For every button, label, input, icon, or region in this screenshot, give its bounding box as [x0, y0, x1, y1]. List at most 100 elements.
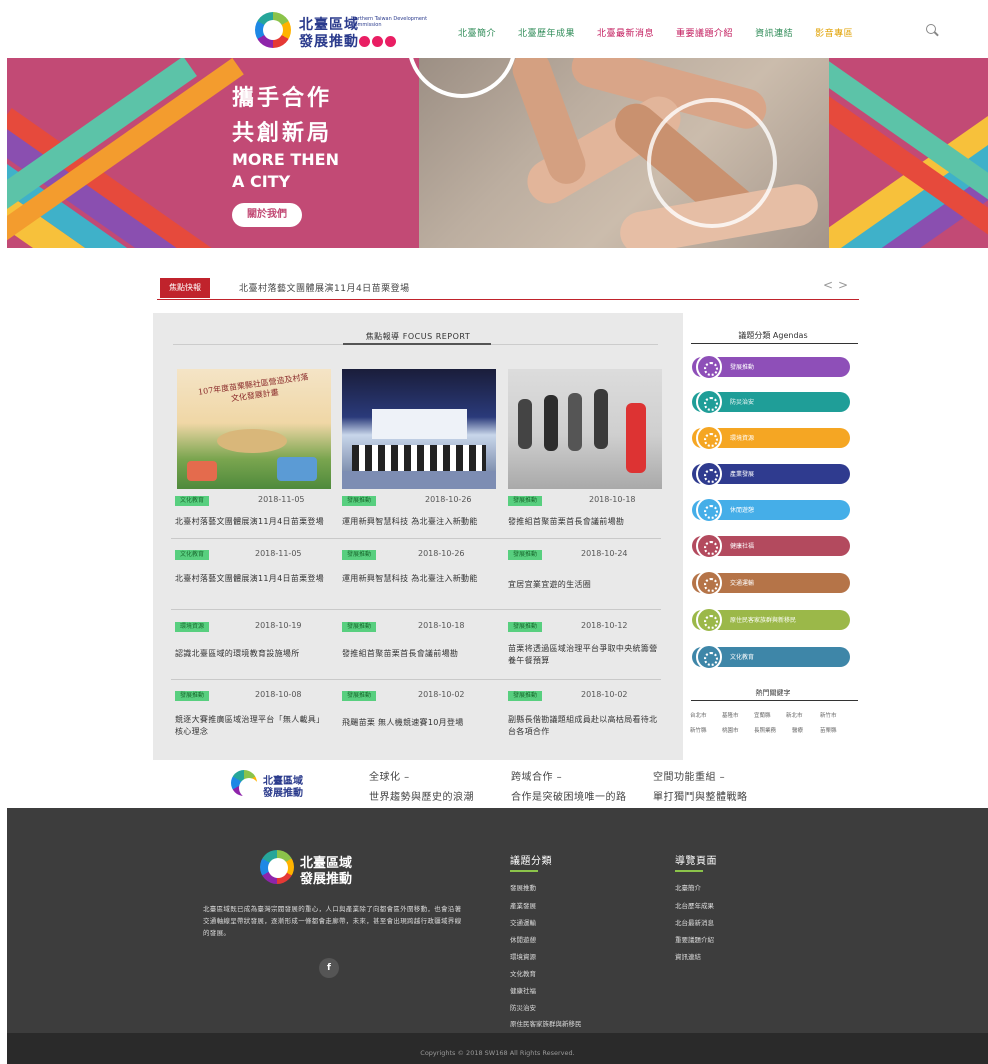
news-headline[interactable]: 運用新興智慧科技 為北臺注入新動能	[342, 516, 492, 528]
news-headline[interactable]: 競逐大賽推廣區域治理平台「無人載具」核心理念	[175, 714, 325, 738]
agenda-item-education[interactable]: 文化教育	[692, 644, 850, 670]
strip-topic-2-title[interactable]: 跨域合作 –	[511, 768, 562, 783]
category-tag[interactable]: 發展推動	[508, 622, 543, 632]
news-headline[interactable]: 發推組首聚苗栗首長會議前場勘	[508, 516, 658, 528]
agenda-item-leisure[interactable]: 休閒遊憩	[692, 497, 850, 523]
footer-link[interactable]: 文化教育	[510, 968, 536, 978]
category-tag[interactable]: 環境資源	[175, 622, 210, 632]
nav-item-news[interactable]: 北臺最新消息	[597, 26, 654, 39]
about-us-button[interactable]: 關於我們	[232, 203, 302, 227]
facebook-icon[interactable]: f	[319, 958, 339, 978]
agenda-item-environment[interactable]: 環境資源	[692, 425, 850, 451]
site-logo[interactable]: 北臺區域 發展推動 Northern Taiwan Development Co…	[255, 12, 445, 52]
news-date: 2018-10-26	[418, 549, 465, 558]
footer-link[interactable]: 防災治安	[510, 1002, 536, 1012]
footer-link[interactable]: 交通運輸	[510, 917, 536, 927]
footer-link[interactable]: 環境資源	[510, 951, 536, 961]
category-tag[interactable]: 文化教育	[175, 496, 210, 506]
agenda-item-transport[interactable]: 交通運輸	[692, 570, 850, 596]
keyword-link[interactable]: 台北市	[690, 711, 707, 719]
agenda-item-disaster[interactable]: 防災治安	[692, 389, 850, 415]
footer-link[interactable]: 資訊連結	[675, 951, 701, 961]
ticker-next-icon[interactable]: >	[838, 278, 848, 292]
footer-link[interactable]: 休閒遊憩	[510, 934, 536, 944]
category-tag[interactable]: 文化教育	[175, 550, 210, 560]
strip-topic-3-subtitle[interactable]: 單打獨鬥與整體戰略	[653, 788, 748, 803]
category-tag[interactable]: 發展推動	[508, 691, 543, 701]
news-card-image[interactable]: 107年度苗栗縣社區營造及村落文化發展計畫	[177, 369, 331, 489]
hero-circle-shape	[647, 98, 777, 228]
agenda-item-development[interactable]: 發展推動	[692, 354, 850, 380]
agenda-label: 交通運輸	[730, 580, 755, 587]
keyword-link[interactable]: 醫療	[792, 726, 803, 734]
keyword-link[interactable]: 新北市	[786, 711, 803, 719]
strip-topic-3-title[interactable]: 空間功能重組 –	[653, 768, 725, 783]
logo-ring-icon	[260, 850, 294, 884]
keywords-title: 熱門關鍵字	[755, 689, 791, 697]
agenda-item-industry[interactable]: 產業發展	[692, 461, 850, 487]
footer-link[interactable]: 原住民客家族群與新移民	[510, 1018, 582, 1028]
keyword-link[interactable]: 新竹市	[820, 711, 837, 719]
news-headline[interactable]: 認識北臺區域的環境教育設施場所	[175, 648, 325, 660]
agenda-item-welfare[interactable]: 健康社福	[692, 533, 850, 559]
gear-icon	[696, 389, 722, 415]
news-headline[interactable]: 苗栗将透過區域治理平台爭取中央統籌營養午餐預算	[508, 643, 658, 667]
footer-link[interactable]: 北台歷年成果	[675, 900, 714, 910]
news-date: 2018-11-05	[258, 495, 305, 504]
news-headline[interactable]: 飛颺苗栗 無人機競速賽10月登場	[342, 717, 492, 729]
news-headline[interactable]: 北臺村落藝文團體展演11月4日苗栗登場	[175, 516, 325, 528]
nav-item-media[interactable]: 影音專區	[815, 26, 853, 39]
footer-bottom-bar: Copyrights © 2018 SW168 All Rights Reser…	[7, 1033, 988, 1064]
nav-item-results[interactable]: 北臺歷年成果	[518, 26, 575, 39]
nav-item-links[interactable]: 資訊連結	[755, 26, 793, 39]
footer-link[interactable]: 發展推動	[510, 882, 536, 892]
footer-link[interactable]: 北臺簡介	[675, 882, 701, 892]
news-headline[interactable]: 北臺村落藝文團體展演11月4日苗栗登場	[175, 573, 325, 585]
news-headline[interactable]: 宜居宜業宜遊的生活圈	[508, 579, 658, 591]
ticker-prev-icon[interactable]: <	[823, 278, 833, 292]
strip-logo[interactable]: 北臺區域 發展推動	[231, 768, 356, 800]
footer-logo[interactable]: 北臺區域 發展推動	[260, 850, 410, 890]
category-tag[interactable]: 發展推動	[175, 691, 210, 701]
divider	[510, 870, 538, 872]
news-headline[interactable]: 運用新興智慧科技 為北臺注入新動能	[342, 573, 492, 585]
ticker-headline[interactable]: 北臺村落藝文團體展演11月4日苗栗登場	[239, 281, 410, 294]
news-card-image[interactable]	[342, 369, 496, 489]
category-tag[interactable]: 發展推動	[342, 622, 377, 632]
news-card-image[interactable]	[508, 369, 662, 489]
keyword-link[interactable]: 宜蘭縣	[754, 711, 771, 719]
footer-link[interactable]: 重要議題介紹	[675, 934, 714, 944]
category-tag[interactable]: 發展推動	[342, 550, 377, 560]
footer-link[interactable]: 北台最新消息	[675, 917, 714, 927]
keyword-link[interactable]: 基隆市	[722, 711, 739, 719]
keyword-link[interactable]: 桃園市	[722, 726, 739, 734]
news-headline[interactable]: 副縣長偕勘議題組成員赴以高枯局看待北台各項合作	[508, 714, 658, 738]
logo-ring-icon	[231, 770, 259, 798]
keyword-link[interactable]: 新竹縣	[690, 726, 707, 734]
keyword-link[interactable]: 苗栗縣	[820, 726, 837, 734]
category-tag[interactable]: 發展推動	[342, 691, 377, 701]
gear-icon	[696, 607, 722, 633]
footer-link[interactable]: 健康社福	[510, 985, 536, 995]
nav-item-issues[interactable]: 重要議題介紹	[676, 26, 733, 39]
agenda-item-indigenous[interactable]: 原住民客家族群與新移民	[692, 607, 850, 633]
strip-topic-2-subtitle[interactable]: 合作是突破困境唯一的路	[511, 788, 627, 803]
gear-icon	[696, 461, 722, 487]
category-tag[interactable]: 發展推動	[342, 496, 377, 506]
hero-english-2: A CITY	[232, 172, 291, 191]
strip-topic-1-subtitle[interactable]: 世界趨勢與歷史的浪潮	[369, 788, 474, 803]
search-icon[interactable]	[926, 24, 936, 34]
category-tag[interactable]: 發展推動	[508, 496, 543, 506]
agenda-label: 文化教育	[730, 654, 755, 661]
category-tag[interactable]: 發展推動	[508, 550, 543, 560]
card-image-caption: 107年度苗栗縣社區營造及村落文化發展計畫	[197, 372, 309, 404]
keyword-link[interactable]: 長照業務	[754, 726, 776, 734]
agenda-label: 環境資源	[730, 435, 755, 442]
strip-topic-1-title[interactable]: 全球化 –	[369, 768, 410, 783]
gear-icon	[696, 570, 722, 596]
nav-item-intro[interactable]: 北臺簡介	[458, 26, 496, 39]
news-headline[interactable]: 發推組首聚苗栗首長會議前場勘	[342, 648, 492, 660]
hero-english-1: MORE THEN	[232, 150, 339, 169]
strip-logo-title-2: 發展推動	[263, 788, 303, 799]
footer-link[interactable]: 產業發展	[510, 900, 536, 910]
